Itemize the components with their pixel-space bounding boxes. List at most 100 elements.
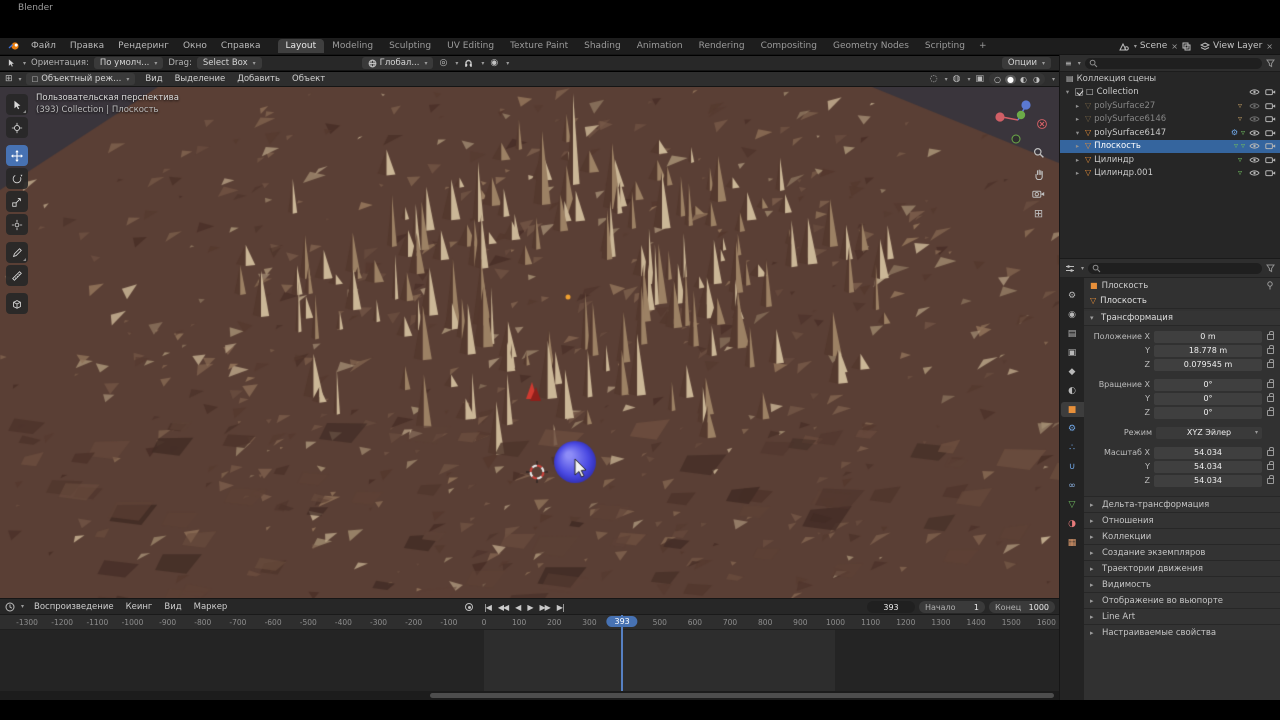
editor-type-icon[interactable]: ⊞: [5, 74, 13, 84]
properties-tab[interactable]: ▦: [1061, 535, 1084, 550]
workspace-tab[interactable]: Geometry Nodes: [825, 39, 917, 53]
move-tool-button[interactable]: [6, 145, 28, 166]
timeline-scrollbar-thumb[interactable]: [430, 693, 1054, 698]
workspace-tab[interactable]: Layout: [277, 39, 325, 53]
menu-item[interactable]: Правка: [63, 41, 111, 51]
pivot-point-icon[interactable]: ◎: [439, 58, 447, 68]
transform-tool-button[interactable]: [6, 214, 28, 235]
properties-tab[interactable]: ◑: [1061, 516, 1084, 531]
object-name[interactable]: polySurface6146: [1094, 114, 1166, 124]
outliner-editor-chevron[interactable]: ▾: [1078, 60, 1081, 67]
annotate-tool-button[interactable]: [6, 242, 28, 263]
drag-dropdown[interactable]: Select Box ▾: [196, 57, 262, 69]
next-keyframe-button[interactable]: ▶▶: [539, 603, 550, 612]
viewport-menu-item[interactable]: Выделение: [169, 74, 232, 84]
disable-render-camera-icon[interactable]: [1264, 156, 1277, 164]
object-name[interactable]: Плоскость: [1094, 141, 1141, 151]
expand-arrow[interactable]: ▸: [1073, 115, 1082, 123]
viewport-menu-item[interactable]: Вид: [139, 74, 168, 84]
properties-tab[interactable]: ▤: [1061, 326, 1084, 341]
lock-icon[interactable]: [1267, 392, 1274, 402]
expand-arrow[interactable]: ▾: [1063, 88, 1072, 96]
jump-start-button[interactable]: |◀: [484, 603, 492, 612]
blender-logo-icon[interactable]: [8, 41, 20, 51]
shading-options-chevron[interactable]: ▾: [1052, 76, 1055, 83]
view-layer-remove-icon[interactable]: ×: [1265, 42, 1274, 51]
timeline-editor-icon[interactable]: [5, 602, 15, 612]
disable-render-camera-icon[interactable]: [1264, 129, 1277, 137]
outliner-item[interactable]: ▾ □ Collection: [1060, 86, 1280, 100]
timeline-menu-item[interactable]: Воспроизведение: [28, 602, 120, 612]
proportional-edit-icon[interactable]: ◉: [490, 58, 498, 68]
properties-tab[interactable]: ⚙: [1061, 421, 1084, 436]
jump-end-button[interactable]: ▶|: [557, 603, 565, 612]
orientation-dropdown[interactable]: По умолч... ▾: [93, 57, 164, 69]
outliner-filter-icon[interactable]: [1266, 59, 1275, 68]
lock-icon[interactable]: [1267, 344, 1274, 354]
add-cube-tool-button[interactable]: [6, 293, 28, 314]
properties-filter-icon[interactable]: [1266, 264, 1275, 273]
object-name-row[interactable]: ▽ Плоскость: [1084, 293, 1280, 309]
timeline-menu-item[interactable]: Кеинг: [120, 602, 159, 612]
hide-viewport-eye-icon[interactable]: [1248, 169, 1261, 177]
lock-icon[interactable]: [1267, 460, 1274, 470]
workspace-tab[interactable]: Texture Paint: [502, 39, 576, 53]
collapsed-section[interactable]: ▸ Отношения: [1084, 512, 1280, 528]
xray-toggle-icon[interactable]: ▣: [976, 74, 985, 84]
options-dropdown[interactable]: Опции ▾: [1001, 57, 1051, 69]
outliner-item[interactable]: ▸ ▽ polySurface27 ▿: [1060, 99, 1280, 113]
view-layer-name[interactable]: View Layer: [1213, 41, 1262, 51]
timeline-menu-item[interactable]: Маркер: [188, 602, 234, 612]
lock-icon[interactable]: [1267, 330, 1274, 340]
hide-viewport-eye-icon[interactable]: [1248, 115, 1261, 123]
properties-tab[interactable]: ▽: [1061, 497, 1084, 512]
properties-tab[interactable]: ∴: [1061, 440, 1084, 455]
properties-tab[interactable]: ■: [1060, 402, 1084, 417]
collapsed-section[interactable]: ▸ Видимость: [1084, 576, 1280, 592]
value-field[interactable]: 0°: [1154, 378, 1262, 391]
lock-icon[interactable]: [1267, 446, 1274, 456]
hide-viewport-eye-icon[interactable]: [1248, 102, 1261, 110]
new-scene-icon[interactable]: [1182, 42, 1191, 51]
object-name[interactable]: Collection: [1097, 87, 1139, 97]
shading-material-icon[interactable]: ◐: [1018, 75, 1029, 84]
toggle-ortho-icon[interactable]: ⊞: [1034, 208, 1043, 219]
value-field[interactable]: 54.034: [1154, 474, 1262, 487]
current-frame-field[interactable]: 393: [867, 601, 915, 613]
workspace-tab[interactable]: Modeling: [324, 39, 381, 53]
properties-editor-chevron[interactable]: ▾: [1081, 265, 1084, 272]
properties-editor-icon[interactable]: [1065, 264, 1075, 273]
frame-start-field[interactable]: Начало 1: [919, 601, 985, 613]
outliner-item[interactable]: ▸ ▽ Цилиндр.001 ▿: [1060, 167, 1280, 181]
menu-item[interactable]: Рендеринг: [111, 41, 176, 51]
active-tool-icon[interactable]: [6, 58, 16, 68]
properties-tab[interactable]: ∞: [1061, 478, 1084, 493]
collapsed-section[interactable]: ▸ Дельта-трансформация: [1084, 496, 1280, 512]
viewport-menu-item[interactable]: Добавить: [231, 74, 286, 84]
disable-render-camera-icon[interactable]: [1264, 142, 1277, 150]
active-tool-chevron[interactable]: ▾: [23, 60, 26, 67]
transform-orientation-dropdown[interactable]: Глобал... ▾: [361, 57, 434, 69]
transform-panel-header[interactable]: ▾ Трансформация: [1084, 311, 1280, 326]
outliner-item[interactable]: ▸ ▽ Плоскость ▿ ▿: [1060, 139, 1280, 153]
outliner-item[interactable]: ▸ ▽ Цилиндр ▿: [1060, 153, 1280, 167]
value-field[interactable]: XYZ Эйлер: [1156, 426, 1262, 439]
view-layer-icon[interactable]: [1199, 41, 1210, 51]
workspace-tab[interactable]: Rendering: [691, 39, 753, 53]
mode-dropdown[interactable]: □ Объектный реж... ▾: [25, 73, 136, 85]
zoom-icon[interactable]: [1033, 147, 1045, 159]
playhead[interactable]: 393: [606, 615, 638, 691]
value-field[interactable]: 0°: [1154, 406, 1262, 419]
outliner-editor-icon[interactable]: ≡: [1065, 59, 1072, 68]
select-box-tool-button[interactable]: [6, 94, 28, 115]
collapsed-section[interactable]: ▸ Отображение во вьюпорте: [1084, 592, 1280, 608]
value-field[interactable]: 54.034: [1154, 460, 1262, 473]
lock-icon[interactable]: [1267, 378, 1274, 388]
hide-viewport-eye-icon[interactable]: [1248, 142, 1261, 150]
scene-collection-row[interactable]: ▤ Коллекция сцены: [1060, 72, 1280, 86]
hide-viewport-eye-icon[interactable]: [1248, 156, 1261, 164]
breadcrumb-object[interactable]: Плоскость: [1102, 281, 1149, 291]
collapsed-section[interactable]: ▸ Коллекции: [1084, 528, 1280, 544]
outliner-item[interactable]: ▸ ▽ polySurface6146 ▿: [1060, 113, 1280, 127]
viewport-menu-item[interactable]: Объект: [286, 74, 331, 84]
